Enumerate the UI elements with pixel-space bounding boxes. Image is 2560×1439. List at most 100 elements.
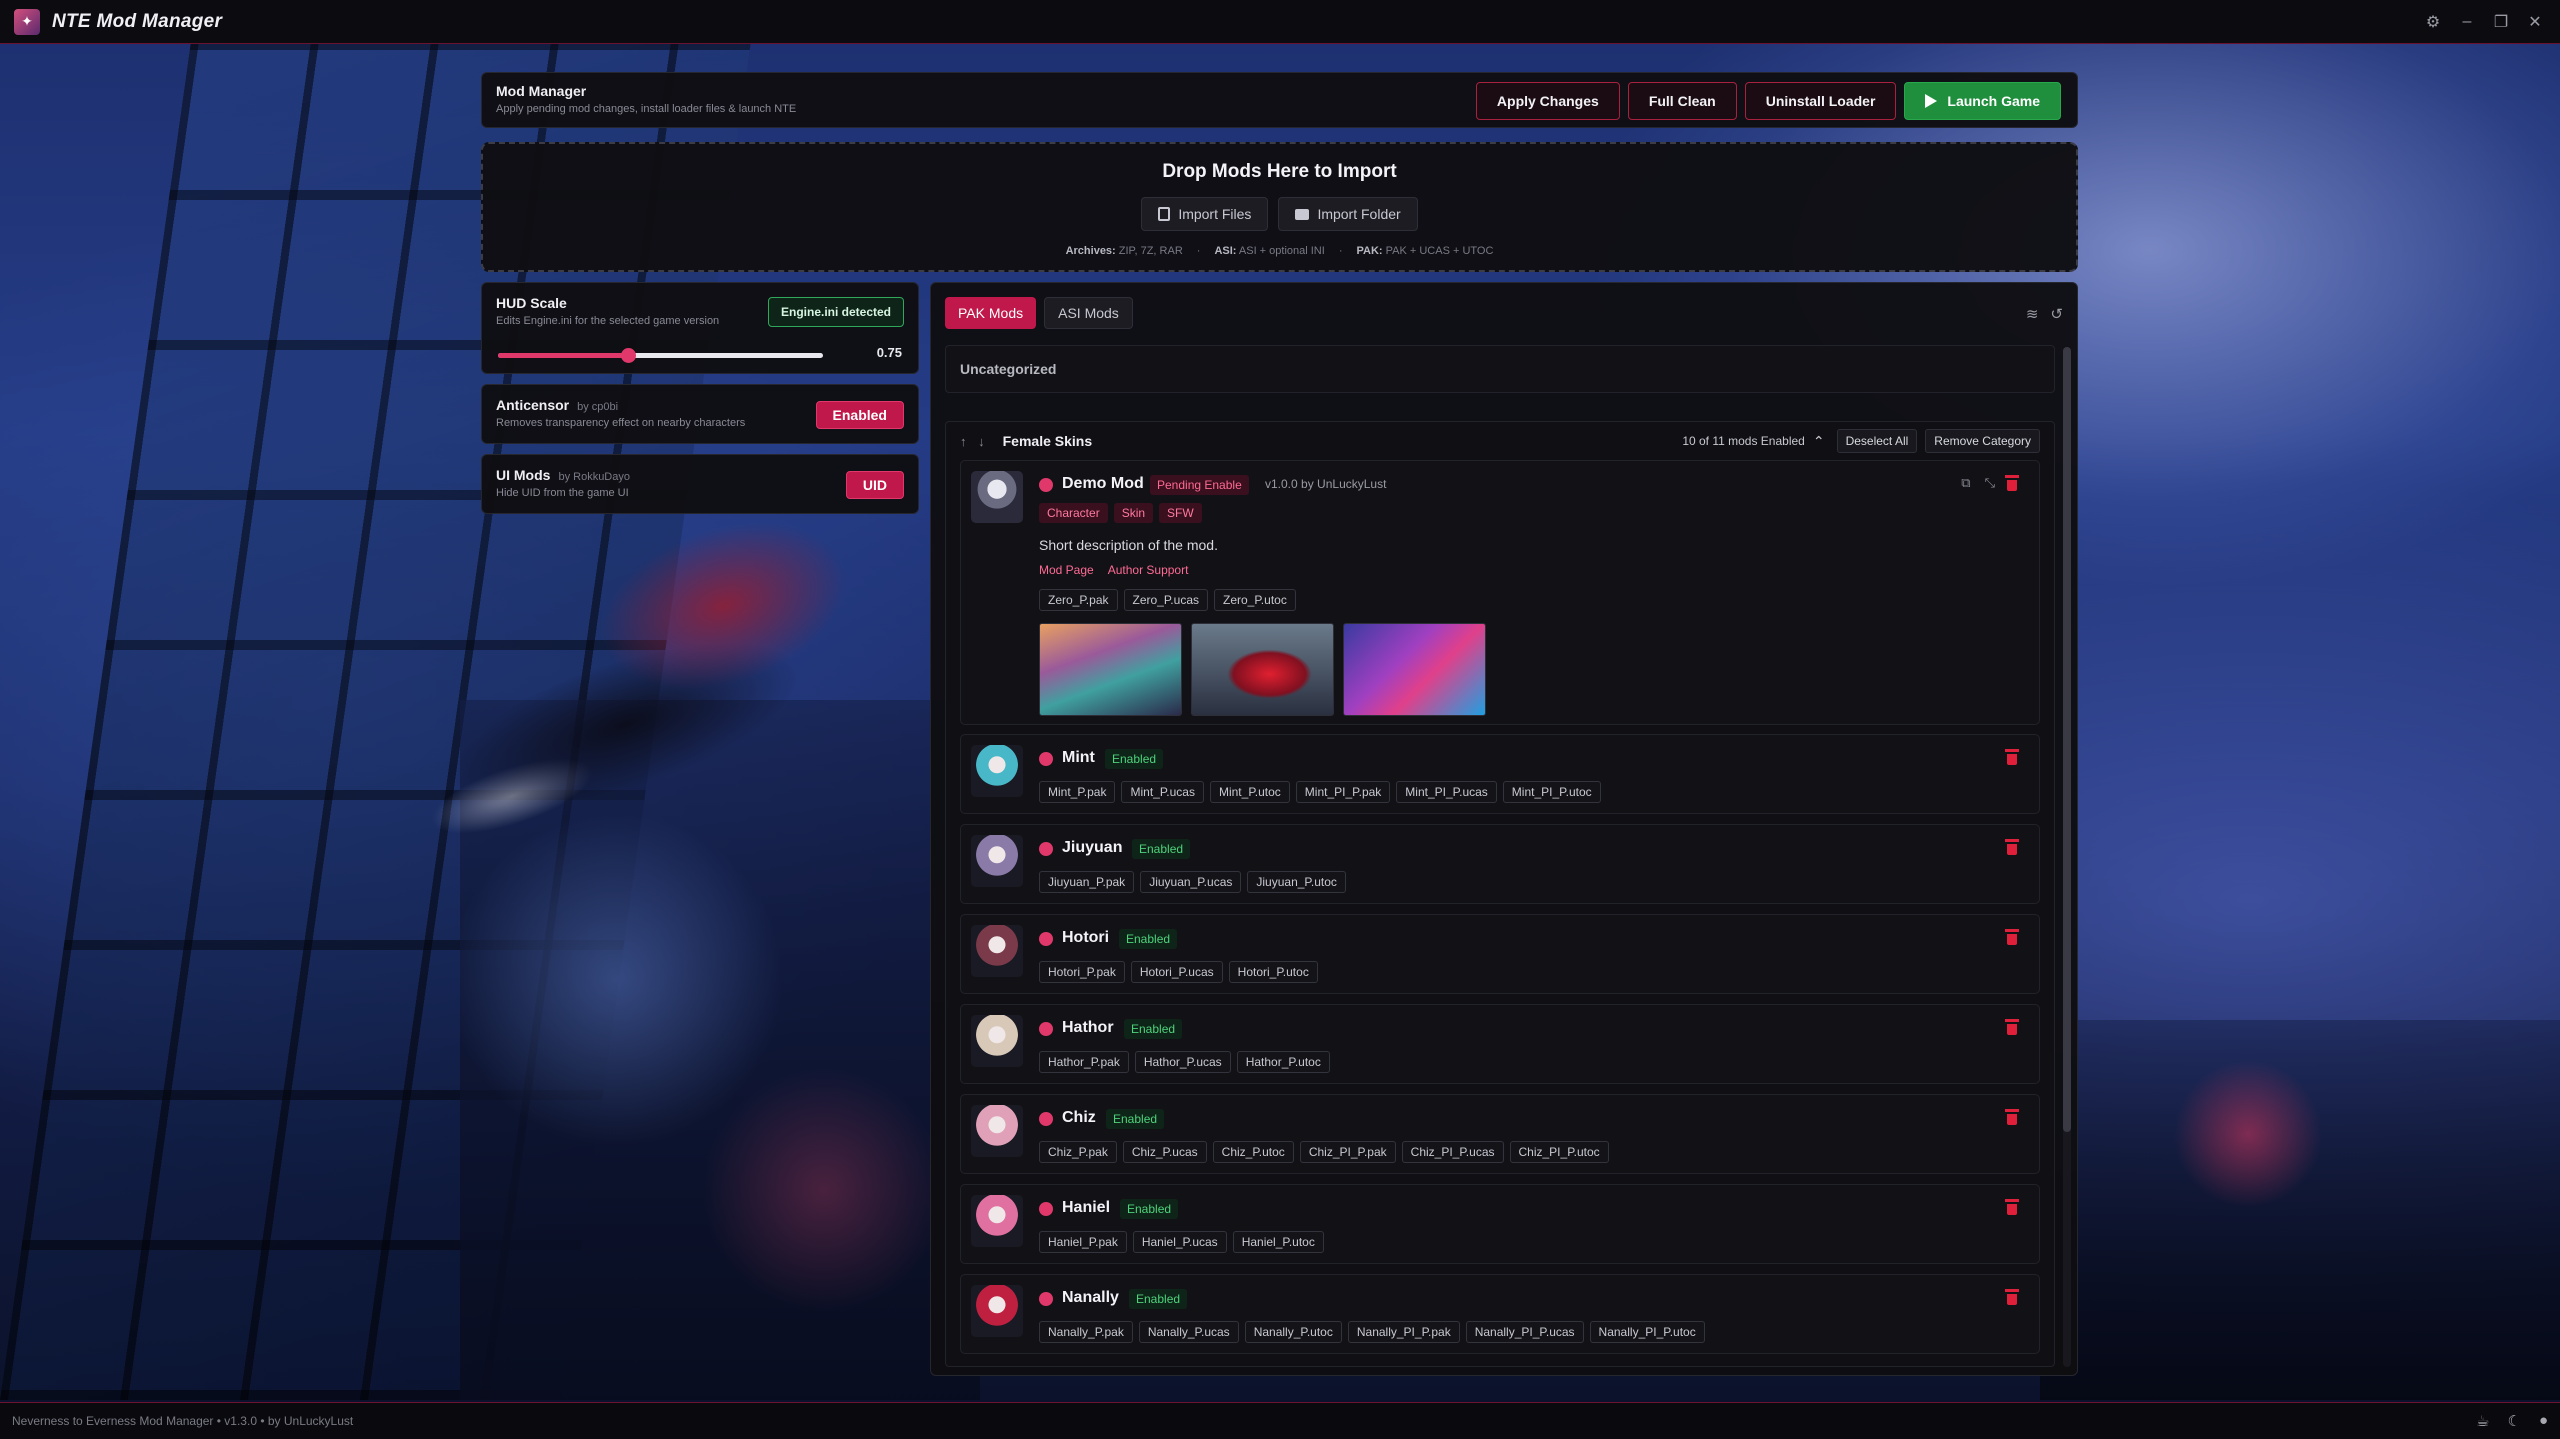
- mod-files: Mint_P.pak Mint_P.ucas Mint_P.utoc Mint_PI_…: [1039, 781, 1601, 803]
- mod-card[interactable]: Hathor Enabled Hathor_P.pak Hathor_P.ucas Ha…: [960, 1004, 2040, 1084]
- mod-tabs: PAK Mods ASI Mods: [945, 297, 1133, 329]
- mod-toggle-dot[interactable]: [1039, 1292, 1053, 1306]
- category-female-skins: ↑ ↓ Female Skins 10 of 11 mods Enabled ⌃…: [945, 421, 2055, 1367]
- mod-links: Mod Page Author Support: [1039, 563, 1188, 577]
- mod-screenshot[interactable]: [1039, 623, 1182, 716]
- trash-icon[interactable]: [2005, 475, 2019, 491]
- mod-toggle-dot[interactable]: [1039, 1202, 1053, 1216]
- drop-zone[interactable]: Drop Mods Here to Import Import Files Im…: [481, 142, 2078, 272]
- minimize-icon[interactable]: –: [2452, 7, 2482, 37]
- collapse-icon[interactable]: ⌃: [1813, 433, 1825, 450]
- mod-name: Chiz: [1062, 1109, 1096, 1126]
- mod-name: Hotori: [1062, 929, 1110, 946]
- mod-screenshot[interactable]: [1191, 623, 1334, 716]
- remove-category-button[interactable]: Remove Category: [1925, 429, 2040, 453]
- mods-scrollbar-thumb[interactable]: [2063, 347, 2071, 1132]
- mod-toggle-dot[interactable]: [1039, 478, 1053, 492]
- file-chip: Jiuyuan_P.pak: [1039, 871, 1135, 893]
- import-folder-button[interactable]: Import Folder: [1278, 197, 1418, 231]
- category-uncategorized[interactable]: Uncategorized: [945, 345, 2055, 393]
- file-chip: Haniel_P.pak: [1039, 1231, 1127, 1253]
- gear-icon[interactable]: ⚙: [2418, 7, 2448, 37]
- mod-toggle-dot[interactable]: [1039, 1112, 1053, 1126]
- file-chip: Chiz_PI_P.utoc: [1509, 1141, 1609, 1163]
- category-name: Female Skins: [1002, 433, 1093, 449]
- file-chip: Mint_P.ucas: [1121, 781, 1204, 803]
- trash-icon[interactable]: [2005, 749, 2019, 765]
- trash-icon[interactable]: [2005, 1199, 2019, 1215]
- tab-pak-mods[interactable]: PAK Mods: [945, 297, 1037, 329]
- unlink-icon[interactable]: ⤡: [1985, 475, 1995, 491]
- mods-panel: PAK Mods ASI Mods ≋ ↺ Uncategorized ↑ ↓ …: [930, 282, 2078, 1376]
- trash-icon[interactable]: [2005, 1019, 2019, 1035]
- mods-scrollbar[interactable]: [2063, 347, 2071, 1367]
- file-chip: Nanally_PI_P.pak: [1347, 1321, 1460, 1343]
- mod-card[interactable]: Nanally Enabled Nanally_P.pak Nanally_P.uca…: [960, 1274, 2040, 1354]
- file-chip: Zero_P.pak: [1039, 589, 1118, 611]
- author-support-link[interactable]: Author Support: [1108, 563, 1189, 577]
- mod-files: Hotori_P.pak Hotori_P.ucas Hotori_P.utoc: [1039, 961, 1318, 983]
- mod-card[interactable]: Haniel Enabled Haniel_P.pak Haniel_P.ucas Ha…: [960, 1184, 2040, 1264]
- launch-game-button[interactable]: Launch Game: [1904, 82, 2061, 120]
- import-files-label: Import Files: [1178, 206, 1252, 222]
- mod-toggle-dot[interactable]: [1039, 1022, 1053, 1036]
- tab-asi-mods[interactable]: ASI Mods: [1044, 297, 1133, 329]
- ui-mods-subtitle: Hide UID from the game UI: [496, 487, 629, 499]
- app-title: NTE Mod Manager: [52, 10, 223, 32]
- header-panel: Mod Manager Apply pending mod changes, i…: [481, 72, 2078, 128]
- import-folder-label: Import Folder: [1317, 206, 1401, 222]
- copy-icon[interactable]: ⧉: [1961, 475, 1970, 491]
- file-chip: Hathor_P.pak: [1039, 1051, 1129, 1073]
- anticensor-toggle-button[interactable]: Enabled: [815, 401, 904, 429]
- mod-card-demo[interactable]: Demo Mod Pending Enable v1.0.0 by UnLuck…: [960, 460, 2040, 725]
- file-chip: Mint_PI_P.pak: [1295, 781, 1391, 803]
- deselect-all-button[interactable]: Deselect All: [1836, 429, 1918, 453]
- trash-icon[interactable]: [2005, 1109, 2019, 1125]
- uninstall-loader-button[interactable]: Uninstall Loader: [1744, 82, 1897, 120]
- hud-scale-slider-thumb[interactable]: [621, 348, 636, 363]
- mod-card[interactable]: Jiuyuan Enabled Jiuyuan_P.pak Jiuyuan_P.uca…: [960, 824, 2040, 904]
- apply-changes-button[interactable]: Apply Changes: [1475, 82, 1620, 120]
- file-chip: Jiuyuan_P.utoc: [1247, 871, 1346, 893]
- mod-toggle-dot[interactable]: [1039, 752, 1053, 766]
- layers-icon[interactable]: ≋: [2026, 305, 2039, 323]
- file-chip: Mint_P.pak: [1039, 781, 1116, 803]
- moon-icon[interactable]: ☾: [2507, 1412, 2520, 1430]
- mod-screenshot[interactable]: [1343, 623, 1486, 716]
- mod-version: v1.0.0 by UnLuckyLust: [1265, 477, 1387, 491]
- mod-avatar: [971, 471, 1023, 523]
- mod-page-link[interactable]: Mod Page: [1039, 563, 1094, 577]
- mod-actions: ⧉ ⤡: [1961, 475, 1995, 491]
- mod-name: Mint: [1062, 749, 1095, 766]
- file-chip: Zero_P.ucas: [1123, 589, 1208, 611]
- anticensor-card: Anticensor by cp0bi Removes transparency …: [481, 384, 919, 444]
- file-chip: Zero_P.utoc: [1214, 589, 1296, 611]
- mod-toggle-dot[interactable]: [1039, 842, 1053, 856]
- github-icon[interactable]: ●: [2539, 1412, 2548, 1430]
- mod-files: Jiuyuan_P.pak Jiuyuan_P.ucas Jiuyuan_P.uto…: [1039, 871, 1346, 893]
- full-clean-button[interactable]: Full Clean: [1627, 82, 1737, 120]
- trash-icon[interactable]: [2005, 929, 2019, 945]
- hud-scale-slider[interactable]: [498, 348, 823, 363]
- close-icon[interactable]: ✕: [2520, 7, 2550, 37]
- mod-author: by UnLuckyLust: [1301, 477, 1387, 491]
- file-chip: Mint_PI_P.ucas: [1396, 781, 1497, 803]
- file-chip: Nanally_P.ucas: [1138, 1321, 1239, 1343]
- mod-card[interactable]: Hotori Enabled Hotori_P.pak Hotori_P.ucas Ho…: [960, 914, 2040, 994]
- category-controls: 10 of 11 mods Enabled ⌃ Deselect All Rem…: [1682, 429, 2040, 453]
- coffee-icon[interactable]: ☕: [2476, 1412, 2489, 1430]
- ui-mods-title: UI Mods by RokkuDayo: [496, 467, 630, 483]
- import-files-button[interactable]: Import Files: [1141, 197, 1269, 231]
- trash-icon[interactable]: [2005, 839, 2019, 855]
- title-bar: ✦ NTE Mod Manager ⚙ – ❐ ✕: [0, 0, 2560, 44]
- mod-card[interactable]: Mint Enabled Mint_P.pak Mint_P.ucas Mint_P.u…: [960, 734, 2040, 814]
- mod-toggle-dot[interactable]: [1039, 932, 1053, 946]
- trash-icon[interactable]: [2005, 1289, 2019, 1305]
- maximize-icon[interactable]: ❐: [2486, 7, 2516, 37]
- uid-toggle-button[interactable]: UID: [845, 471, 904, 499]
- mod-card[interactable]: Chiz Enabled Chiz_P.pak Chiz_P.ucas Chiz_P.u…: [960, 1094, 2040, 1174]
- reorder-arrows-icon[interactable]: ↑ ↓: [960, 434, 989, 449]
- format-separator: ·: [1196, 245, 1201, 257]
- history-icon[interactable]: ↺: [2050, 305, 2063, 323]
- mod-tags: Character Skin SFW: [1039, 503, 1202, 523]
